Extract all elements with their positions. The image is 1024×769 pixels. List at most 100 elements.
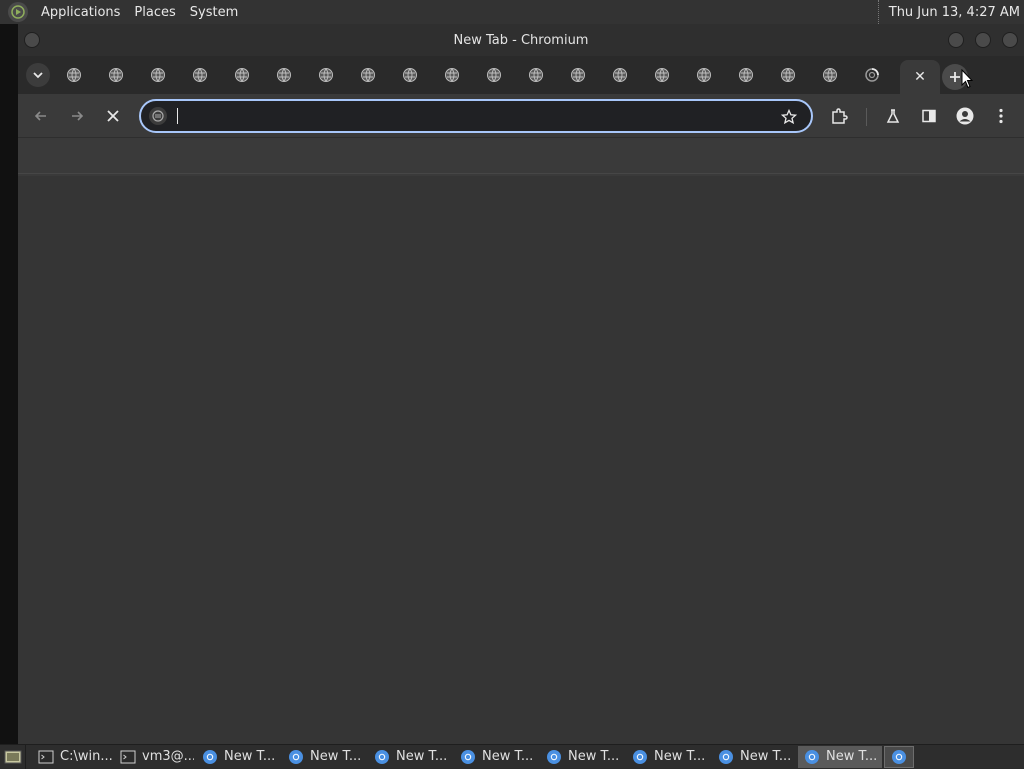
text-caret (177, 108, 178, 124)
address-input[interactable] (179, 105, 759, 127)
pinned-tab-globe-icon[interactable] (822, 67, 838, 83)
taskbar-task[interactable]: New T... (196, 746, 280, 768)
pinned-tab-globe-icon[interactable] (612, 67, 628, 83)
taskbar-task-label: New T... (568, 749, 620, 764)
chromium-icon (633, 749, 647, 764)
taskbar-task-label: C:\win... (60, 749, 112, 764)
tab-search-button[interactable] (26, 63, 50, 87)
taskbar-task[interactable]: vm3@... (114, 746, 194, 768)
stop-loading-button[interactable] (101, 104, 125, 128)
clock[interactable]: Thu Jun 13, 4:27 AM (877, 0, 1020, 24)
taskbar-task-label: New T... (224, 749, 276, 764)
pinned-tab-globe-icon[interactable] (318, 67, 334, 83)
close-window-button[interactable] (1002, 32, 1018, 48)
flask-icon (886, 109, 900, 123)
pinned-tab-globe-icon[interactable] (192, 67, 208, 83)
taskbar-task[interactable]: New T... (540, 746, 624, 768)
window-menu-icon[interactable] (24, 32, 40, 48)
distro-logo-icon[interactable] (8, 2, 28, 22)
pinned-tab-globe-icon[interactable] (234, 67, 250, 83)
tab-strip: ✕ (18, 56, 1024, 94)
browser-toolbar (18, 94, 1024, 138)
taskbar-task[interactable]: C:\win... (32, 746, 112, 768)
account-icon (956, 107, 974, 125)
taskbar-focused-window[interactable] (884, 745, 914, 768)
bookmark-bar (18, 138, 1024, 174)
taskbar-task[interactable]: New T... (368, 746, 452, 768)
taskbar-task-label: vm3@... (142, 749, 194, 764)
taskbar-task[interactable]: New T... (282, 746, 366, 768)
task-list: C:\win... vm3@... New T... New T... New T...… (32, 745, 916, 768)
maximize-button[interactable] (975, 32, 991, 48)
bookmark-star-button[interactable] (779, 107, 799, 127)
star-icon (781, 109, 797, 125)
taskbar-task-label: New T... (310, 749, 362, 764)
site-info-icon[interactable] (149, 107, 167, 125)
arrow-right-icon (72, 111, 84, 121)
page-content[interactable] (18, 176, 1024, 744)
active-tab[interactable]: ✕ (900, 60, 940, 94)
pinned-tab-globe-icon[interactable] (696, 67, 712, 83)
pinned-tab-globe-icon[interactable] (360, 67, 376, 83)
pinned-tab-globe-icon[interactable] (570, 67, 586, 83)
profile-button[interactable] (953, 104, 977, 128)
side-panel-icon (922, 109, 936, 123)
forward-button[interactable] (65, 104, 89, 128)
arrow-left-icon (34, 111, 46, 121)
pinned-tab-globe-icon[interactable] (276, 67, 292, 83)
chromium-icon (289, 749, 303, 764)
pinned-tab-globe-icon[interactable] (444, 67, 460, 83)
pinned-tab-globe-icon[interactable] (486, 67, 502, 83)
window-title: New Tab - Chromium (453, 32, 589, 48)
chromium-icon (547, 749, 561, 764)
chromium-icon (461, 749, 475, 764)
labs-button[interactable] (881, 104, 905, 128)
taskbar-task[interactable]: New T... (798, 745, 882, 768)
pinned-tab-globe-icon[interactable] (66, 67, 82, 83)
desktop-icon (4, 750, 21, 763)
chromium-icon (805, 749, 819, 764)
pinned-tab-globe-icon[interactable] (528, 67, 544, 83)
extensions-button[interactable] (827, 104, 851, 128)
terminal-icon (38, 750, 54, 763)
back-button[interactable] (29, 104, 53, 128)
menu-applications[interactable]: Applications (34, 5, 127, 20)
mouse-pointer-icon (961, 69, 973, 89)
pinned-tab-globe-icon[interactable] (402, 67, 418, 83)
close-tab-icon[interactable]: ✕ (914, 69, 926, 85)
minimize-button[interactable] (948, 32, 964, 48)
bottom-taskbar: C:\win... vm3@... New T... New T... New T...… (0, 744, 1024, 769)
kebab-menu-icon (999, 108, 1003, 124)
pinned-tab-globe-icon[interactable] (780, 67, 796, 83)
terminal-icon (120, 750, 136, 763)
taskbar-task-label: New T... (654, 749, 706, 764)
taskbar-task-label: New T... (740, 749, 792, 764)
taskbar-task[interactable]: New T... (626, 746, 710, 768)
top-menu: Applications Places System (0, 0, 245, 24)
taskbar-task-label: New T... (826, 749, 878, 764)
window-titlebar[interactable]: New Tab - Chromium (18, 24, 1024, 56)
close-icon (107, 110, 119, 122)
desktop-edge (0, 24, 18, 744)
pinned-tab-loading-icon[interactable] (864, 67, 880, 83)
chevron-down-icon (33, 72, 43, 79)
menu-button[interactable] (989, 104, 1013, 128)
chromium-icon (719, 749, 733, 764)
taskbar-task[interactable]: New T... (454, 746, 538, 768)
pinned-tab-globe-icon[interactable] (654, 67, 670, 83)
address-bar[interactable] (139, 99, 813, 133)
menu-system[interactable]: System (183, 5, 245, 20)
top-panel: Applications Places System Thu Jun 13, 4… (0, 0, 1024, 24)
chromium-icon (892, 749, 906, 764)
puzzle-icon (832, 108, 848, 124)
pinned-tab-globe-icon[interactable] (108, 67, 124, 83)
toolbar-divider (866, 108, 867, 126)
show-desktop-button[interactable] (0, 744, 26, 769)
pinned-tab-globe-icon[interactable] (150, 67, 166, 83)
menu-places[interactable]: Places (127, 5, 182, 20)
taskbar-task-label: New T... (482, 749, 534, 764)
side-panel-button[interactable] (917, 104, 941, 128)
pinned-tab-globe-icon[interactable] (738, 67, 754, 83)
taskbar-task[interactable]: New T... (712, 746, 796, 768)
chromium-icon (203, 749, 217, 764)
